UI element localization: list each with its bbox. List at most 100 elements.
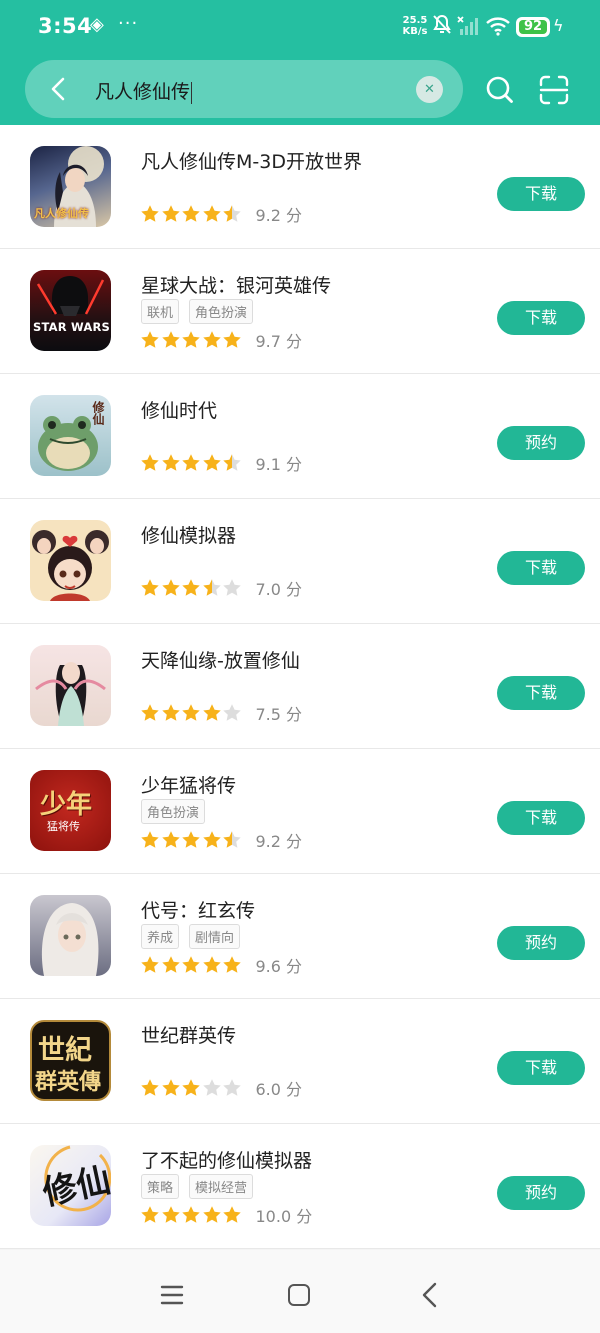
mute-bell-icon (433, 14, 451, 34)
star-icon (202, 1079, 221, 1096)
search-icon[interactable] (484, 74, 516, 106)
list-item[interactable]: 代号：红玄传 养成 剧情向 9.6 分 预约 (0, 874, 600, 999)
star-icon (141, 704, 159, 721)
download-button[interactable]: 下载 (497, 676, 585, 710)
star-icon (182, 331, 200, 348)
app-name: 修仙时代 (141, 400, 218, 422)
scan-icon[interactable] (538, 74, 570, 106)
rating-score: 7.0 分 (255, 580, 303, 599)
star-icon (182, 1206, 200, 1223)
nav-back-icon[interactable] (418, 1282, 442, 1308)
status-time: 3:54 (38, 14, 93, 38)
chibi-girl-icon[interactable] (30, 520, 111, 601)
app-name: 星球大战：银河英雄传 (141, 275, 332, 297)
fanren-icon[interactable]: 凡人修仙传 (30, 146, 111, 227)
tag-group: 养成 剧情向 (141, 924, 250, 949)
list-item[interactable]: 凡人修仙传 凡人修仙传M-3D开放世界 9.2 分 下载 (0, 125, 600, 249)
more-notifications-icon: ··· (118, 13, 139, 34)
list-item[interactable]: 修仙模拟器 7.0 分 下载 (0, 499, 600, 624)
shiji-icon[interactable]: 世紀 群英傳 (30, 1020, 111, 1101)
star-icon (141, 956, 159, 973)
star-icon (202, 956, 221, 973)
star-icon (161, 1079, 180, 1096)
star-icon (182, 956, 200, 973)
list-item[interactable]: STAR WARS 星球大战：银河英雄传 联机 角色扮演 9.7 分 下载 (0, 249, 600, 374)
tag: 剧情向 (189, 924, 241, 949)
signal-icon (457, 16, 478, 35)
star-icon (202, 704, 221, 721)
tag-group: 角色扮演 (141, 799, 215, 824)
download-button[interactable]: 下载 (497, 551, 585, 585)
star-icon (223, 1079, 241, 1096)
frog-icon[interactable]: 修仙 (30, 395, 111, 476)
star-icon (182, 1079, 200, 1096)
list-item[interactable]: 世紀 群英傳 世纪群英传 6.0 分 下载 (0, 999, 600, 1124)
download-button[interactable]: 下载 (497, 177, 585, 211)
star-icon (202, 205, 221, 222)
fairy-icon[interactable] (30, 645, 111, 726)
star-icon (141, 579, 159, 596)
battery-icon: 92 (516, 17, 550, 37)
reserve-button[interactable]: 预约 (497, 426, 585, 460)
tag: 模拟经营 (189, 1174, 254, 1199)
star-icon (182, 579, 200, 596)
list-item[interactable]: 修仙 了不起的修仙模拟器 策略 模拟经营 10.0 分 预约 (0, 1124, 600, 1249)
star-icon (202, 831, 221, 848)
rating-score: 10.0 分 (255, 1207, 313, 1226)
star-icon (161, 1206, 180, 1223)
rating-score: 6.0 分 (255, 1080, 303, 1099)
list-item[interactable]: 天降仙缘-放置修仙 7.5 分 下载 (0, 624, 600, 749)
rating-score: 9.1 分 (255, 455, 303, 474)
download-button[interactable]: 下载 (497, 1051, 585, 1085)
rating-stars: 9.2 分 (140, 203, 302, 225)
star-icon (202, 1206, 221, 1223)
list-item[interactable]: 修仙 修仙时代 9.1 分 预约 (0, 374, 600, 499)
xiuxian-calligraphy-icon[interactable]: 修仙 (30, 1145, 111, 1226)
star-icon (161, 454, 180, 471)
download-button[interactable]: 下载 (497, 801, 585, 835)
menu-icon[interactable] (160, 1284, 184, 1306)
status-bar: 3:54 ◈ ··· 25.5 KB/s 92 ϟ (0, 0, 600, 52)
home-icon[interactable] (288, 1284, 310, 1306)
rating-stars: 10.0 分 (140, 1204, 312, 1226)
rating-stars: 9.6 分 (140, 954, 302, 976)
tag: 角色扮演 (189, 299, 254, 324)
rating-score: 9.2 分 (255, 206, 303, 225)
star-icon (202, 579, 221, 596)
reserve-button[interactable]: 预约 (497, 926, 585, 960)
download-button[interactable]: 下载 (497, 301, 585, 335)
list-item[interactable]: 少年 猛将传 少年猛将传 角色扮演 9.2 分 下载 (0, 749, 600, 874)
tag: 养成 (141, 924, 180, 949)
app-diamond-icon: ◈ (90, 14, 104, 35)
app-name: 代号：红玄传 (141, 900, 256, 922)
shaonian-icon[interactable]: 少年 猛将传 (30, 770, 111, 851)
rating-stars: 9.1 分 (140, 452, 302, 474)
white-hair-icon[interactable] (30, 895, 111, 976)
star-icon (202, 454, 221, 471)
star-icon (141, 1079, 159, 1096)
star-icon (161, 956, 180, 973)
starwars-icon[interactable]: STAR WARS (30, 270, 111, 351)
star-icon (223, 831, 241, 848)
star-icon (223, 579, 241, 596)
rating-stars: 9.2 分 (140, 829, 302, 851)
search-results-list: 凡人修仙传 凡人修仙传M-3D开放世界 9.2 分 下载 STAR WARS 星… (0, 125, 600, 1249)
rating-stars: 9.7 分 (140, 329, 302, 351)
star-icon (161, 205, 180, 222)
tag-group: 联机 角色扮演 (141, 299, 263, 324)
reserve-button[interactable]: 预约 (497, 1176, 585, 1210)
rating-score: 7.5 分 (255, 705, 303, 724)
wifi-icon (486, 17, 510, 36)
star-icon (182, 454, 200, 471)
tag: 联机 (141, 299, 180, 324)
rating-score: 9.2 分 (255, 832, 303, 851)
search-input[interactable]: 凡人修仙传 (95, 77, 193, 104)
search-box[interactable]: 凡人修仙传 ✕ (25, 60, 463, 118)
net-speed: 25.5 KB/s (402, 15, 428, 37)
back-arrow-icon[interactable] (45, 75, 73, 103)
star-icon (161, 704, 180, 721)
star-icon (223, 956, 241, 973)
clear-icon[interactable]: ✕ (416, 76, 443, 103)
app-name: 修仙模拟器 (141, 525, 237, 547)
tag: 策略 (141, 1174, 180, 1199)
